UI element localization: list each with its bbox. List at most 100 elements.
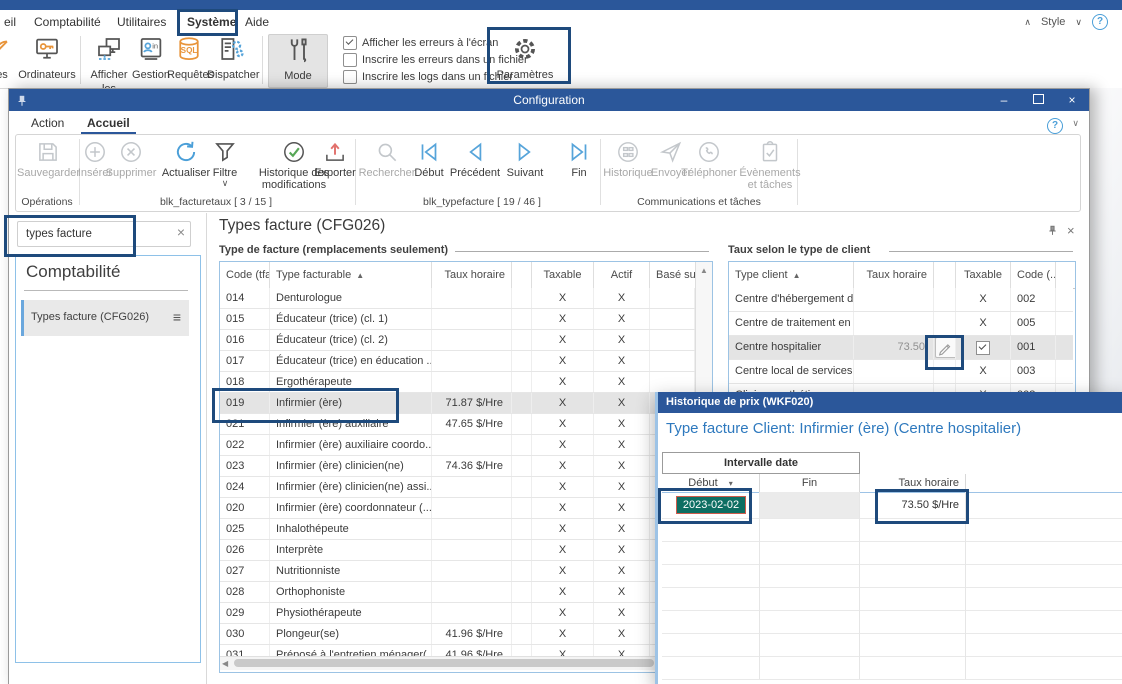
menu-item-comptabilite[interactable]: Comptabilité — [30, 13, 105, 31]
toolbar-checkbox[interactable]: Afficher les erreurs à l'écran — [343, 35, 498, 50]
scrollbar-thumb[interactable] — [234, 659, 654, 667]
toolbar-button-afficher-les[interactable]: Afficher les — [83, 34, 135, 86]
ribbon-precedent-button[interactable]: Précédent — [448, 139, 502, 179]
taux-cell[interactable]: 73.50 $/Hre — [860, 492, 966, 518]
column-header-taux-horaire[interactable]: Taux horaire — [432, 262, 512, 288]
table-row[interactable] — [662, 587, 1122, 611]
close-button[interactable]: × — [1055, 89, 1089, 111]
close-panel-icon[interactable]: × — [1067, 223, 1075, 238]
chevron-down-icon[interactable]: ∨ — [1072, 118, 1079, 129]
taxable-checkbox[interactable] — [976, 341, 990, 355]
ribbon-debut-button[interactable]: Début — [411, 139, 447, 179]
window-help-icon[interactable]: ? — [1047, 115, 1063, 134]
table-row[interactable]: 014DenturologueXX — [220, 288, 695, 309]
dialog-titlebar[interactable]: Historique de prix (WKF020) — [658, 392, 1122, 413]
checkbox-icon[interactable] — [343, 36, 357, 50]
ribbon-filtre-button[interactable]: Filtre ∨ — [205, 139, 245, 187]
fin-cell[interactable] — [760, 492, 860, 518]
clear-search-icon[interactable]: × — [177, 224, 185, 240]
toolbar-button-ordinateurs[interactable]: Ordinateurs — [16, 34, 78, 86]
column-header-actif[interactable]: Actif — [594, 262, 650, 288]
help-icon[interactable]: ? — [1092, 14, 1108, 30]
column-header-type-facturable[interactable]: Type facturable▲ — [270, 262, 432, 288]
column-header-taux-horaire[interactable]: Taux horaire — [854, 262, 934, 288]
column-header-fin[interactable]: Fin — [760, 474, 860, 492]
tab-accueil[interactable]: Accueil — [81, 114, 136, 134]
chevron-down-icon[interactable]: ∨ — [1075, 17, 1082, 28]
table-row[interactable]: 029PhysiothérapeuteXX — [220, 603, 695, 624]
hamburger-icon[interactable]: ≡ — [173, 309, 181, 325]
ribbon-sauvegarder-button[interactable]: Sauvegarder — [17, 139, 79, 179]
tab-action[interactable]: Action — [25, 114, 70, 132]
checkbox-icon[interactable] — [343, 53, 357, 67]
table-row[interactable]: 031Préposé à l'entretien ménager(41.96 $… — [220, 645, 695, 656]
ribbon-evenements-taches-button[interactable]: Évènements et tâches — [734, 139, 806, 191]
maximize-button[interactable] — [1021, 89, 1055, 111]
column-header-code[interactable]: Code (tfa... — [220, 262, 270, 288]
menu-item-systeme[interactable]: Système — [183, 13, 240, 31]
column-header-edit[interactable] — [934, 262, 956, 288]
column-header-edit[interactable] — [512, 262, 532, 288]
column-header-code[interactable]: Code (... — [1011, 262, 1056, 288]
column-header-type-client[interactable]: Type client▲ — [729, 262, 854, 288]
ribbon-rechercher-button[interactable]: Rechercher — [356, 139, 418, 179]
column-header-taxable[interactable]: Taxable — [956, 262, 1011, 288]
collapse-ribbon-icon[interactable]: ∧ — [1024, 17, 1031, 28]
menu-item-aide[interactable]: Aide — [241, 13, 273, 31]
ribbon-fin-button[interactable]: Fin — [565, 139, 593, 179]
table-row[interactable]: 021Infirmier (ère) auxiliaire47.65 $/Hre… — [220, 414, 695, 435]
column-header-base-sur[interactable]: Basé sur — [650, 262, 695, 288]
table-row[interactable]: 024Infirmier (ère) clinicien(ne) assi...… — [220, 477, 695, 498]
minimize-button[interactable]: – — [987, 89, 1021, 111]
table-row[interactable] — [662, 656, 1122, 680]
sidebar-item-types-facture[interactable]: Types facture (CFG026) ≡ — [21, 300, 189, 336]
toolbar-button-mode[interactable]: Mode — [268, 34, 328, 88]
table-row[interactable]: 016Éducateur (trice) (cl. 2)XX — [220, 330, 695, 351]
ribbon-exporter-button[interactable]: Exporter — [309, 139, 361, 179]
table-row[interactable]: 020Infirmier (ère) coordonnateur (...XX — [220, 498, 695, 519]
table-row[interactable]: Centre d'hébergement de soi...X002 — [729, 288, 1073, 312]
table-row[interactable]: 018ErgothérapeuteXX — [220, 372, 695, 393]
toolbar-button-requetes[interactable]: SQL Requêtes — [167, 34, 211, 86]
toolbar-checkbox[interactable]: Inscrire les logs dans un fichier — [343, 69, 513, 84]
edit-rate-button[interactable] — [935, 337, 956, 358]
table-row[interactable]: 028OrthophonisteXX — [220, 582, 695, 603]
toolbar-button-gestion[interactable]: in Gestion — [132, 34, 170, 86]
table-row[interactable]: 019Infirmier (ère)71.87 $/HreXX — [220, 393, 695, 414]
horizontal-scrollbar[interactable]: ◀ — [220, 656, 695, 670]
menu-item-accueil[interactable]: eil — [0, 13, 20, 31]
toolbar-button-parametres[interactable]: Paramètres — [494, 34, 556, 86]
pin-panel-icon[interactable] — [1047, 223, 1058, 237]
ribbon-supprimer-button[interactable]: Supprimer — [102, 139, 160, 179]
table-row[interactable]: 017Éducateur (trice) en éducation ...XX — [220, 351, 695, 372]
menu-item-utilitaires[interactable]: Utilitaires — [113, 13, 170, 31]
table-row[interactable]: 030Plongeur(se)41.96 $/HreXX — [220, 624, 695, 645]
column-header-taux-horaire[interactable]: Taux horaire — [860, 474, 966, 492]
table-row[interactable]: Centre hospitalier73.50001 — [729, 336, 1073, 360]
column-header-debut[interactable]: Début ▾ — [662, 474, 760, 492]
toolbar-button-dispatcher[interactable]: Dispatcher — [207, 34, 255, 86]
checkbox-icon[interactable] — [343, 70, 357, 84]
table-row[interactable] — [662, 541, 1122, 565]
table-row[interactable]: 027NutritionnisteXX — [220, 561, 695, 582]
table-row[interactable] — [662, 633, 1122, 657]
table-row[interactable]: 023Infirmier (ère) clinicien(ne)74.36 $/… — [220, 456, 695, 477]
table-row[interactable]: Centre de traitement en dép...X005 — [729, 312, 1073, 336]
configuration-titlebar[interactable]: Configuration – × — [9, 89, 1089, 111]
table-row[interactable] — [662, 518, 1122, 542]
column-header-taxable[interactable]: Taxable — [532, 262, 594, 288]
table-row[interactable]: 2023-02-02 73.50 $/Hre — [662, 492, 1122, 519]
table-row[interactable]: Centre local de services com...X003 — [729, 360, 1073, 384]
debut-cell[interactable]: 2023-02-02 — [662, 492, 760, 518]
style-menu[interactable]: Style — [1041, 16, 1065, 28]
search-input[interactable] — [24, 224, 163, 244]
selected-date-value[interactable]: 2023-02-02 — [676, 496, 746, 514]
table-row[interactable]: 015Éducateur (trice) (cl. 1)XX — [220, 309, 695, 330]
ribbon-telephoner-button[interactable]: Téléphoner — [678, 139, 740, 179]
ribbon-suivant-button[interactable]: Suivant — [503, 139, 547, 179]
table-row[interactable]: 025InhalothépeuteXX — [220, 519, 695, 540]
table-row[interactable]: 026InterprèteXX — [220, 540, 695, 561]
table-row[interactable] — [662, 564, 1122, 588]
table-row[interactable] — [662, 610, 1122, 634]
table-row[interactable]: 022Infirmier (ère) auxiliaire coordo...X… — [220, 435, 695, 456]
